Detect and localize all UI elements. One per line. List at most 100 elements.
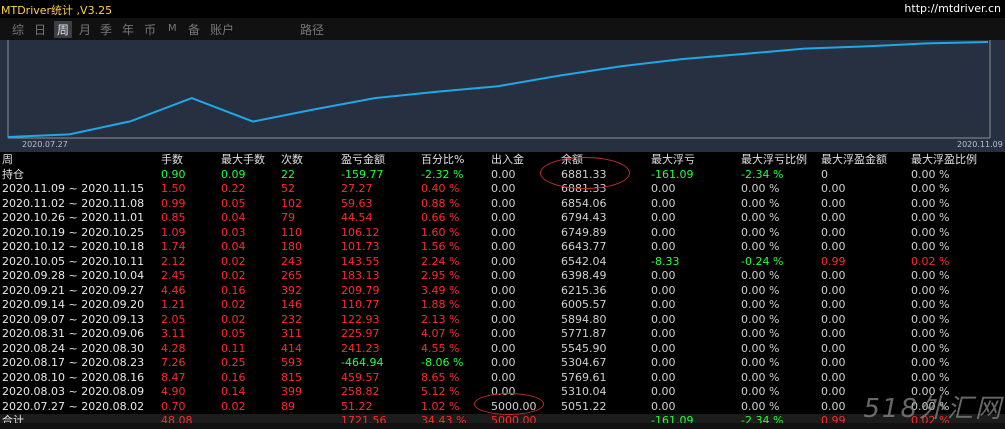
balance-chart-svg [7,40,991,139]
cell-pnl: 209.79 [341,283,380,297]
cell-trades: 89 [281,399,295,413]
table-row: 2020.11.02 ~ 2020.11.08 0.99 0.05 102 59.63 0… [0,197,1005,212]
cell-lots: 1.21 [161,298,186,311]
cell-max-lots: 0.14 [221,385,246,398]
cell-pnl: -464.94 [341,356,384,369]
cell-pnl: 241.23 [341,341,380,355]
cell-max-float-loss: 0.00 [651,196,676,210]
cell-trades: 414 [281,341,302,355]
cell-max-lots: 0.16 [221,283,246,297]
app-title: MTDriver统计 ,V3.25 [1,4,113,17]
cell-max-float-profit-pct: 0.02 % [911,254,950,268]
cell-max-float-profit: 0.99 [821,254,846,268]
header-lots: 手数 [161,153,183,166]
cell-pct: 4.07 % [421,327,460,340]
cell-pct: 1.60 % [421,225,460,239]
cell-period: 2020.08.10 ~ 2020.08.16 [2,370,145,384]
cell-max-lots: 0.09 [221,167,246,181]
chart-x-end-label: 2020.11.09 [957,140,1003,149]
cell-pnl: 59.63 [341,196,373,210]
cell-period: 持仓 [2,167,24,181]
header-max-float-loss-pct: 最大浮亏比例 [741,153,807,166]
cell-max-float-loss-pct: 0.00 % [741,298,780,311]
cell-balance: 5310.04 [561,385,607,398]
cell-trades: 146 [281,298,302,311]
cell-pct: 0.40 % [421,182,460,195]
tab-account[interactable]: 账户 [210,21,234,38]
table-row: 2020.09.07 ~ 2020.09.13 2.05 0.02 232 122.93… [0,313,1005,328]
cell-max-float-profit-pct: 0.00 % [911,327,950,340]
cell-max-float-loss-pct: -0.24 % [741,254,784,268]
cell-period: 2020.07.27 ~ 2020.08.02 [2,399,145,413]
table-row: 2020.11.09 ~ 2020.11.15 1.50 0.22 52 27.27 0.… [0,182,1005,197]
tab-summary[interactable]: 综 [12,21,24,38]
cell-max-lots: 0.04 [221,240,246,253]
cell-deposit: 0.00 [491,370,516,384]
cell-deposit: 0.00 [491,182,516,195]
header-max-lots: 最大手数 [221,153,265,166]
cell-balance: 5771.87 [561,327,607,340]
tab-currency[interactable]: 币 [144,21,156,38]
cell-deposit: 0.00 [491,196,516,210]
cell-max-float-loss-pct: 0.00 % [741,356,780,369]
cell-period: 2020.08.31 ~ 2020.09.06 [2,327,145,340]
cell-pct: 1.56 % [421,240,460,253]
tab-week[interactable]: 周 [54,21,73,38]
cell-max-float-profit: 0.00 [821,283,846,297]
cell-deposit: 0.00 [491,298,516,311]
table-row: 2020.10.26 ~ 2020.11.01 0.85 0.04 79 44.54 0.… [0,211,1005,226]
cell-period: 2020.09.14 ~ 2020.09.20 [2,298,145,311]
site-link[interactable]: http://mtdriver.cn [904,2,1001,15]
cell-max-float-profit-pct: 0.00 % [911,341,950,355]
cell-deposit: 0.00 [491,240,516,253]
cell-max-float-profit: 0.00 [821,385,846,398]
cell-max-lots: 0.02 [221,399,246,413]
cell-period: 2020.08.17 ~ 2020.08.23 [2,356,145,369]
cell-max-float-loss-pct: 0.00 % [741,312,780,326]
tab-quarter[interactable]: 季 [100,21,112,38]
tab-year[interactable]: 年 [122,21,134,38]
cell-lots: 7.26 [161,356,186,369]
tab-day[interactable]: 日 [34,21,46,38]
cell-max-lots: 0.05 [221,196,246,210]
header-trades: 次数 [281,153,303,166]
cell-lots: 1.74 [161,240,186,253]
cell-balance: 6854.06 [561,196,607,210]
cell-max-lots: 0.04 [221,211,246,224]
cell-max-float-profit: 0.00 [821,341,846,355]
tab-path[interactable]: 路径 [300,21,324,38]
cell-pct: 1.88 % [421,298,460,311]
cell-max-float-profit: 0.00 [821,211,846,224]
cell-balance: 5304.67 [561,356,607,369]
cell-pct: -8.06 % [421,356,464,369]
cell-pnl: 143.55 [341,254,380,268]
cell-max-float-profit-pct: 0.00 % [911,269,950,282]
cell-max-float-profit: 0 [821,167,828,181]
cell-trades: 180 [281,240,302,253]
cell-deposit: 0.00 [491,327,516,340]
cell-max-float-profit: 0.00 [821,269,846,282]
cell-max-float-profit-pct: 0.00 % [911,356,950,369]
tab-m[interactable]: M [168,23,177,34]
title-bar: MTDriver统计 ,V3.25 http://mtdriver.cn [0,0,1005,18]
balance-line [7,41,989,138]
cell-pct: 0.88 % [421,196,460,210]
cell-max-lots: 0.03 [221,225,246,239]
cell-lots: 2.12 [161,254,186,268]
cell-pnl: 110.77 [341,298,380,311]
table-row: 2020.08.10 ~ 2020.08.16 8.47 0.16 815 459.57… [0,371,1005,386]
cell-max-float-profit-pct: 0.00 % [911,225,950,239]
cell-lots: 2.05 [161,312,186,326]
tab-notes[interactable]: 备 [188,21,200,38]
cell-period: 2020.09.21 ~ 2020.09.27 [2,283,145,297]
cell-pnl: 44.54 [341,211,373,224]
cell-max-float-profit-pct: 0.00 % [911,283,950,297]
cell-lots: 4.46 [161,283,186,297]
cell-lots: 2.45 [161,269,186,282]
cell-deposit: 0.00 [491,356,516,369]
cell-pct: 3.49 % [421,283,460,297]
cell-max-float-loss: 0.00 [651,225,676,239]
tab-month[interactable]: 月 [79,21,91,38]
cell-deposit: 0.00 [491,211,516,224]
cell-period: 2020.11.09 ~ 2020.11.15 [2,182,145,195]
